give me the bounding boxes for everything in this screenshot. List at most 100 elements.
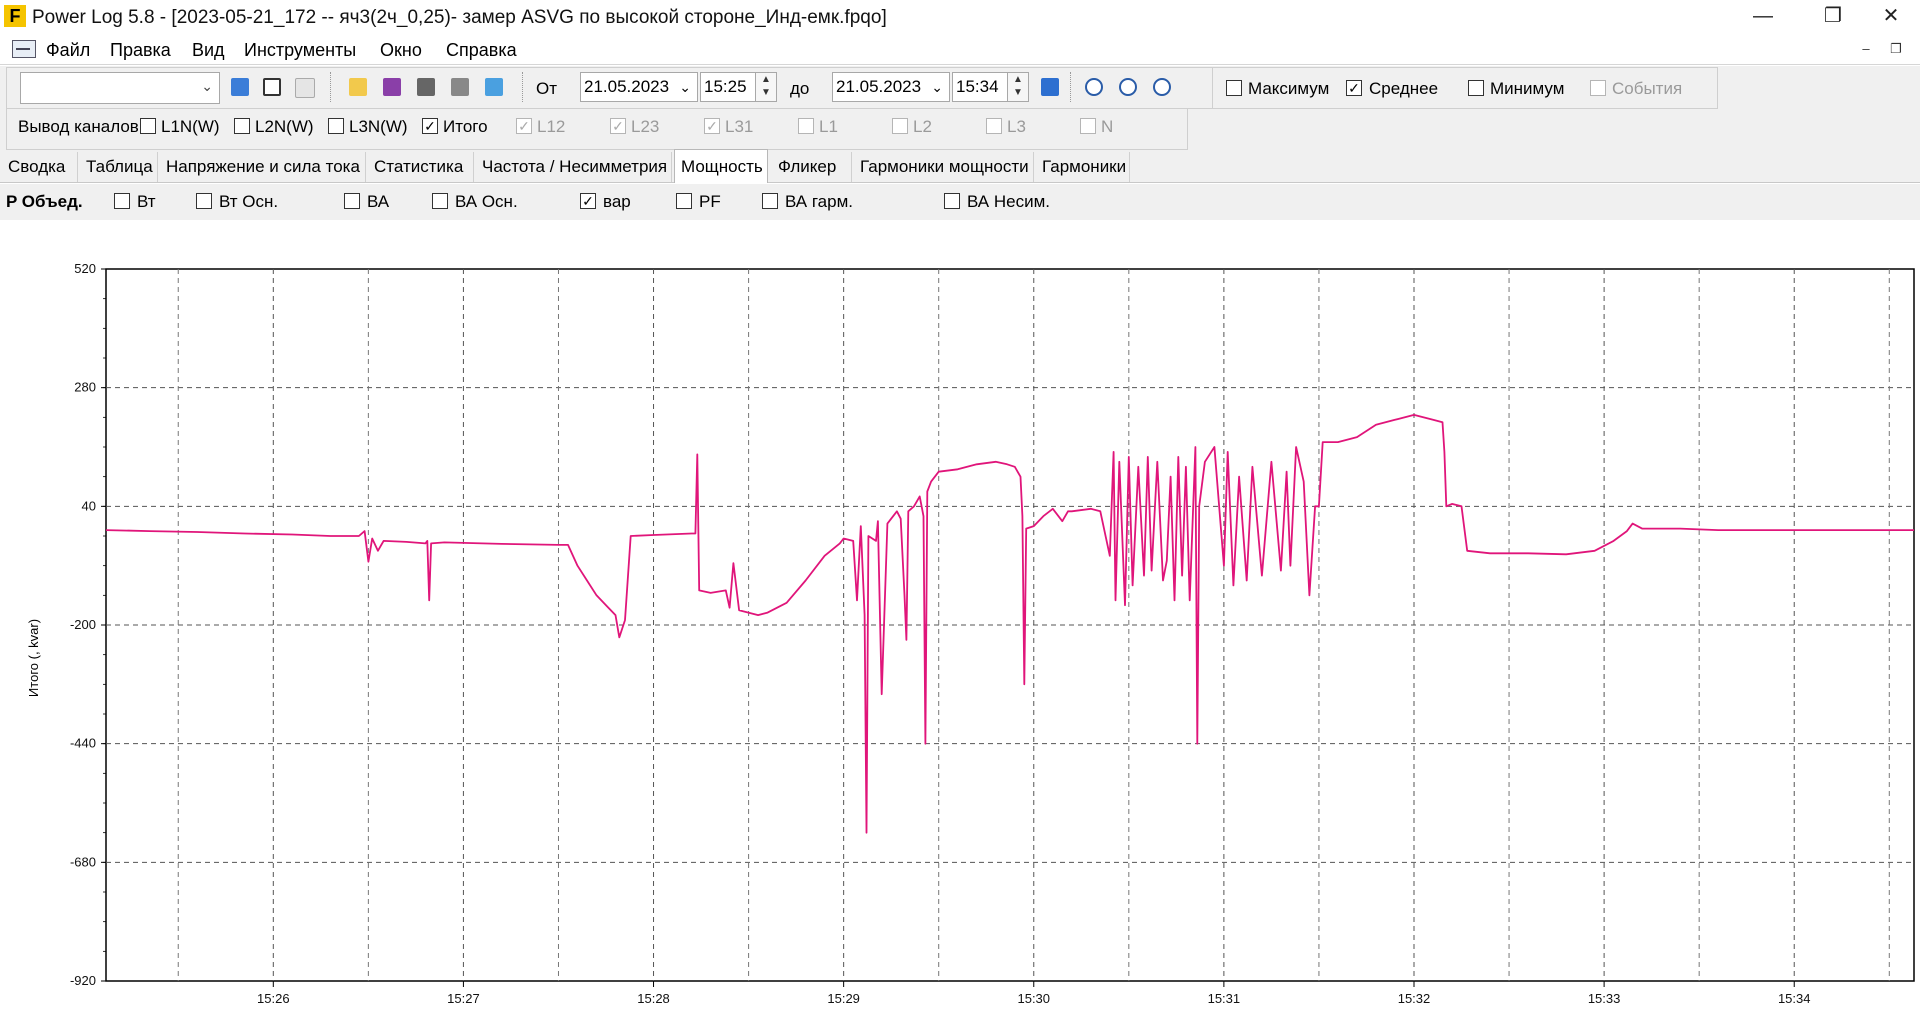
channels-label: Вывод каналов [18, 117, 139, 136]
y-tick-label: 520 [74, 261, 96, 276]
template-combo[interactable]: ⌄ [20, 72, 220, 104]
print-button[interactable] [412, 72, 442, 104]
zoom-in-button[interactable] [1080, 72, 1110, 104]
save-button[interactable] [378, 72, 408, 104]
tab-flicker[interactable]: Фликер [772, 152, 852, 182]
from-time-value: 15:25 [704, 77, 747, 96]
channel-l12-checkbox[interactable]: ✓ [516, 118, 532, 134]
events-label: События [1612, 79, 1683, 98]
x-tick-label: 15:34 [1778, 991, 1811, 1006]
tab-table[interactable]: Таблица [80, 152, 158, 182]
watt-fund-checkbox[interactable] [196, 193, 212, 209]
events-checkbox[interactable] [1590, 80, 1606, 96]
tab-harmonics[interactable]: Гармоники [1036, 152, 1130, 182]
channel-l3-checkbox[interactable] [986, 118, 1002, 134]
power-chart[interactable]: 520 280 40 -200 -440 -680 -920 15:26 15:27 15:28 1… [0, 221, 1920, 1010]
watt-fund-label: Вт Осн. [219, 192, 279, 211]
from-date-picker[interactable]: 21.05.2023 ⌄ [580, 72, 698, 102]
channel-total-label: Итого [443, 117, 488, 136]
va-harm-checkbox[interactable] [762, 193, 778, 209]
min-label: Минимум [1490, 79, 1565, 98]
y-tick-label: -440 [70, 736, 96, 751]
export-button[interactable] [480, 72, 510, 104]
download-button[interactable] [226, 72, 256, 104]
print-preview-icon [451, 78, 469, 96]
channel-total-checkbox[interactable]: ✓ [422, 118, 438, 134]
avg-label: Среднее [1369, 79, 1439, 98]
apply-range-button[interactable] [1036, 72, 1066, 104]
pf-checkbox[interactable] [676, 193, 692, 209]
channel-l1n-label: L1N(W) [161, 117, 220, 136]
toolbar-separator [522, 72, 525, 102]
to-date-picker[interactable]: 21.05.2023 ⌄ [832, 72, 950, 102]
to-time-value: 15:34 [956, 77, 999, 96]
minimize-icon[interactable]: — [1734, 0, 1792, 34]
from-time-spinner[interactable]: ▲ ▼ [755, 72, 777, 102]
tab-power-harmonics[interactable]: Гармоники мощности [854, 152, 1034, 182]
va-checkbox[interactable] [344, 193, 360, 209]
menu-window[interactable]: Окно [380, 40, 422, 61]
menu-help[interactable]: Справка [446, 40, 517, 61]
tab-summary[interactable]: Сводка [2, 152, 78, 182]
x-tick-label: 15:30 [1017, 991, 1050, 1006]
copy-button[interactable] [258, 72, 288, 104]
from-label: От [536, 79, 558, 98]
channel-l2-label: L2 [913, 117, 932, 136]
close-icon[interactable]: ✕ [1862, 0, 1920, 34]
channel-l1-checkbox[interactable] [798, 118, 814, 134]
var-checkbox[interactable]: ✓ [580, 193, 596, 209]
x-tick-label: 15:31 [1208, 991, 1241, 1006]
paste-button[interactable] [290, 72, 320, 104]
channel-l3n-label: L3N(W) [349, 117, 408, 136]
tab-frequency-unbalance[interactable]: Частота / Несимметрия [476, 152, 672, 182]
menu-view[interactable]: Вид [192, 40, 225, 61]
menu-bar: Файл Правка Вид Инструменты Окно Справка… [0, 34, 1920, 65]
va-fund-checkbox[interactable] [432, 193, 448, 209]
zoom-reset-button[interactable] [1148, 72, 1178, 104]
mdi-restore-icon[interactable]: ❐ [1885, 40, 1907, 58]
mdi-minimize-icon[interactable]: – [1855, 40, 1877, 58]
document-icon[interactable] [12, 40, 36, 58]
channel-l31-checkbox[interactable]: ✓ [704, 118, 720, 134]
max-label: Максимум [1248, 79, 1330, 98]
open-button[interactable] [344, 72, 374, 104]
view-tabs: Сводка Таблица Напряжение и сила тока Ст… [0, 149, 1920, 183]
watt-checkbox[interactable] [114, 193, 130, 209]
channel-l2n-checkbox[interactable] [234, 118, 250, 134]
export-icon [485, 78, 503, 96]
to-time-field[interactable]: 15:34 [952, 72, 1008, 102]
channel-l31-label: L31 [725, 117, 754, 136]
x-tick-label: 15:33 [1588, 991, 1621, 1006]
y-tick-label: -680 [70, 854, 96, 869]
print-preview-button[interactable] [446, 72, 476, 104]
channel-l1n-checkbox[interactable] [140, 118, 156, 134]
va-unbal-checkbox[interactable] [944, 193, 960, 209]
tab-voltage-current[interactable]: Напряжение и сила тока [160, 152, 366, 182]
channel-l3-label: L3 [1007, 117, 1026, 136]
max-checkbox[interactable] [1226, 80, 1242, 96]
x-tick-label: 15:29 [827, 991, 860, 1006]
chevron-down-icon: ⌄ [931, 79, 943, 95]
tab-power[interactable]: Мощность [674, 149, 768, 183]
from-time-field[interactable]: 15:25 [700, 72, 756, 102]
print-icon [417, 78, 435, 96]
title-bar: F Power Log 5.8 - [2023-05-21_172 -- яч3… [0, 0, 1920, 34]
restore-icon[interactable]: ❐ [1804, 0, 1862, 34]
menu-edit[interactable]: Правка [110, 40, 171, 61]
channel-l2-checkbox[interactable] [892, 118, 908, 134]
to-date-value: 21.05.2023 [836, 77, 922, 96]
var-label: вар [603, 192, 631, 211]
avg-checkbox[interactable]: ✓ [1346, 80, 1362, 96]
menu-file[interactable]: Файл [46, 40, 90, 61]
min-checkbox[interactable] [1468, 80, 1484, 96]
channel-n-checkbox[interactable] [1080, 118, 1096, 134]
x-tick-label: 15:28 [637, 991, 670, 1006]
channel-l3n-checkbox[interactable] [328, 118, 344, 134]
zoom-out-button[interactable] [1114, 72, 1144, 104]
to-label: до [790, 79, 810, 98]
menu-tools[interactable]: Инструменты [244, 40, 356, 61]
tab-statistics[interactable]: Статистика [368, 152, 474, 182]
channel-l23-checkbox[interactable]: ✓ [610, 118, 626, 134]
to-time-spinner[interactable]: ▲ ▼ [1007, 72, 1029, 102]
download-icon [231, 78, 249, 96]
